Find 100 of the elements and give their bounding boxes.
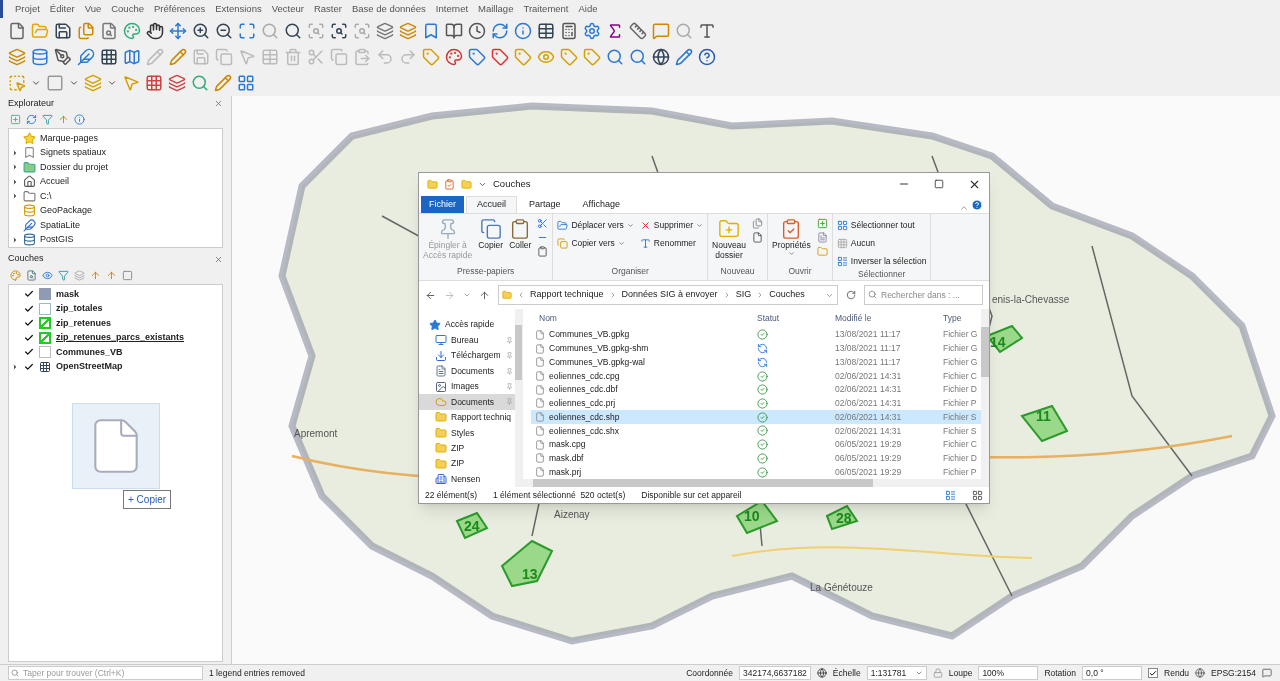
pencil-icon[interactable] xyxy=(675,48,693,66)
menu-item[interactable]: Internet xyxy=(435,1,469,17)
calculator-icon[interactable] xyxy=(560,22,578,40)
plus-icon[interactable] xyxy=(816,218,828,229)
ribbon-button[interactable]: Inverser la sélection xyxy=(836,254,927,268)
nav-item[interactable]: Styles xyxy=(419,425,515,441)
eye-icon[interactable] xyxy=(42,270,53,281)
nav-item[interactable]: Documents xyxy=(419,394,515,410)
tree-item[interactable]: Dossier du projet xyxy=(40,160,109,174)
coordinate-field[interactable]: 342174,6637182 xyxy=(739,666,811,680)
magnifier-field[interactable]: 100% xyxy=(978,666,1039,680)
layer-checkbox[interactable] xyxy=(24,332,34,343)
ribbon-button[interactable]: Copier vers xyxy=(557,236,634,250)
tag-icon[interactable] xyxy=(583,48,601,66)
info-icon[interactable] xyxy=(514,22,532,40)
column-header[interactable]: Nom xyxy=(531,312,757,325)
book-icon[interactable] xyxy=(445,22,463,40)
square-icon[interactable] xyxy=(122,270,133,281)
layers-icon[interactable] xyxy=(84,74,102,92)
render-checkbox[interactable] xyxy=(1148,668,1159,678)
eye-icon[interactable] xyxy=(537,48,555,66)
grid-icon[interactable] xyxy=(145,74,163,92)
files-icon[interactable] xyxy=(77,22,95,40)
tree-item[interactable]: Marque-pages xyxy=(40,131,99,145)
file-row[interactable]: Communes_VB.gpkg-shm 13/08/2021 11:17 Fichier G xyxy=(531,341,981,356)
layer-checkbox[interactable] xyxy=(24,303,34,314)
file-row[interactable]: Communes_VB.gpkg-wal 13/08/2021 11:17 Fichier G xyxy=(531,355,981,370)
select-icon[interactable] xyxy=(8,74,26,92)
settings-icon[interactable] xyxy=(583,22,601,40)
nav-item[interactable]: ZIP xyxy=(419,456,515,472)
globe-icon[interactable] xyxy=(1195,668,1206,678)
menu-item[interactable]: Extensions xyxy=(215,1,262,17)
globe-icon[interactable] xyxy=(816,668,827,678)
tag-icon[interactable] xyxy=(560,48,578,66)
pointer-icon[interactable] xyxy=(122,74,140,92)
search-icon[interactable] xyxy=(606,48,624,66)
tree-item[interactable]: C:\ xyxy=(40,189,52,203)
forward-icon[interactable] xyxy=(444,289,455,301)
file-search-icon[interactable] xyxy=(26,270,37,281)
ribbon-button[interactable]: Sélectionner tout xyxy=(836,218,927,232)
feather-icon[interactable] xyxy=(77,48,95,66)
caret-icon[interactable] xyxy=(69,78,79,88)
tag-icon[interactable] xyxy=(514,48,532,66)
filter-icon[interactable] xyxy=(58,270,69,281)
move-icon[interactable] xyxy=(169,22,187,40)
bookmark-icon[interactable] xyxy=(422,22,440,40)
column-header[interactable]: Modifié le xyxy=(835,312,943,325)
layers-icon[interactable] xyxy=(399,22,417,40)
column-header[interactable]: Type xyxy=(943,312,981,325)
layer-checkbox[interactable] xyxy=(24,289,34,300)
pencil-icon[interactable] xyxy=(169,48,187,66)
nav-item[interactable]: Nensen xyxy=(419,471,515,487)
palette-icon[interactable] xyxy=(10,270,21,281)
nav-item[interactable]: Accès rapide xyxy=(419,317,515,333)
menu-item[interactable]: Éditer xyxy=(49,1,75,17)
refresh-icon[interactable] xyxy=(26,114,37,125)
file-row[interactable]: eoliennes_cdc.dbf 02/06/2021 14:31 Fichier D xyxy=(531,382,981,397)
hand-icon[interactable] xyxy=(146,22,164,40)
layer-name[interactable]: mask xyxy=(56,287,80,301)
details-view-icon[interactable] xyxy=(945,489,956,501)
ribbon-button[interactable]: Nouveau dossier xyxy=(712,218,747,260)
tree-item[interactable]: PostGIS xyxy=(40,233,74,247)
layers-icon[interactable] xyxy=(74,270,85,281)
menu-item[interactable]: Préférences xyxy=(153,1,206,17)
collapse-icon[interactable] xyxy=(959,203,969,213)
file-row[interactable]: eoliennes_cdc.shp 02/06/2021 14:31 Fichier S xyxy=(531,410,981,425)
ribbon-button[interactable]: Déplacer vers xyxy=(557,218,634,232)
arrow-up-icon[interactable] xyxy=(90,270,101,281)
ruler-icon[interactable] xyxy=(629,22,647,40)
clock-icon[interactable] xyxy=(468,22,486,40)
tree-item[interactable]: GeoPackage xyxy=(40,204,93,218)
tag-icon[interactable] xyxy=(422,48,440,66)
grid-icon[interactable] xyxy=(237,74,255,92)
menu-item[interactable]: Traitement xyxy=(523,1,569,17)
new-file-icon[interactable] xyxy=(8,22,26,40)
rotation-field[interactable]: 0,0 ° xyxy=(1082,666,1143,680)
menu-item[interactable]: Vecteur xyxy=(271,1,304,17)
file-row[interactable]: eoliennes_cdc.prj 02/06/2021 14:31 Fichier P xyxy=(531,396,981,411)
breadcrumb[interactable]: Données SIG à envoyer xyxy=(621,288,718,302)
nav-item[interactable]: Bureau xyxy=(419,332,515,348)
map-icon[interactable] xyxy=(123,48,141,66)
search-icon[interactable] xyxy=(629,48,647,66)
tag-icon[interactable] xyxy=(491,48,509,66)
breadcrumb[interactable]: Rapport technique xyxy=(530,288,604,302)
ribbon-tab[interactable]: Fichier xyxy=(421,196,464,213)
properties-icon[interactable] xyxy=(444,178,455,190)
layer-name[interactable]: OpenStreetMap xyxy=(56,360,123,374)
tree-item[interactable]: Accueil xyxy=(40,175,69,189)
ribbon-tab[interactable]: Accueil xyxy=(466,196,518,213)
zoom-in-icon[interactable] xyxy=(192,22,210,40)
maximize-icon[interactable] xyxy=(934,179,944,189)
file-row[interactable]: mask.cpg 06/05/2021 19:29 Fichier C xyxy=(531,437,981,452)
arrow-up-icon[interactable] xyxy=(106,270,117,281)
speech-bubble-icon[interactable] xyxy=(1262,668,1272,678)
ribbon-button[interactable]: Supprimer xyxy=(639,218,704,232)
menu-item[interactable]: Aide xyxy=(578,1,598,17)
tree-item[interactable]: Signets spatiaux xyxy=(40,146,107,160)
layer-checkbox[interactable] xyxy=(24,347,34,358)
file-row[interactable]: Communes_VB.gpkg 13/08/2021 11:17 Fichier G xyxy=(531,327,981,342)
file-row[interactable]: eoliennes_cdc.shx 02/06/2021 14:31 Fichier S xyxy=(531,424,981,438)
